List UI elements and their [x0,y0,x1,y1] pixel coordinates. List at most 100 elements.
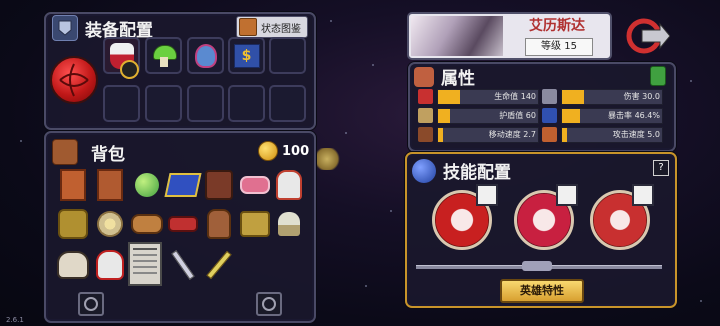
dumbbell-icon [168,216,198,232]
equip-slot-6[interactable] [103,85,140,122]
beast-skull-icon [57,251,89,279]
skills-header: 技能配置 [412,158,511,183]
gold-amount: 100 [282,143,310,159]
backpack-item-4[interactable] [164,168,202,202]
hero-portrait [411,16,503,56]
discard-button[interactable] [256,292,282,316]
backpack-item-17[interactable] [128,242,162,286]
stat-row: 暴击率 46.4% [542,108,664,124]
gold-chest-icon [240,211,270,237]
stat-bar-fill [438,90,460,104]
attributes-title: 属性 [441,69,475,89]
weapon-slot[interactable] [50,56,98,104]
stat-bar-fill [562,109,580,123]
stat-label: 暴击率 46.4% [608,111,660,120]
backpack-item-8[interactable] [56,207,90,241]
stat-label: 移动速度 2.7 [488,130,536,139]
hero-name: 艾历斯达 [529,18,585,34]
skill-orb-icon [412,158,436,183]
gold-coin-card-icon: $ [233,43,260,68]
equip-slot-10[interactable] [269,85,306,122]
attributes-header: 属性 [414,64,475,89]
backpack-item-18[interactable] [166,248,200,282]
skill-2-badge-icon [556,184,578,206]
backpack-item-16[interactable] [93,248,127,282]
stat-bar-fill [562,90,584,104]
swap-arrow-icon [626,18,671,54]
backpack-item-10[interactable] [130,207,164,241]
backpack-item-19[interactable] [202,248,236,282]
sort-button[interactable] [78,292,104,316]
skills-title: 技能配置 [443,163,511,183]
equip-slot-9[interactable] [228,85,265,122]
help-button[interactable]: ? [653,160,669,176]
ore-icon [542,127,557,142]
equip-slot-2[interactable] [145,37,182,74]
gold-counter: 100 [258,141,309,161]
character-icon [414,66,434,87]
backpack-item-3[interactable] [130,168,164,202]
version-label: 2.6.1 [6,316,24,324]
security-notice-icon [133,248,157,250]
treasure-box-icon [205,170,233,200]
potion-button[interactable] [650,66,666,86]
spiked-flower-icon [97,211,123,237]
heart-icon [418,89,433,104]
backpack-item-13[interactable] [238,207,272,241]
stat-bar-fill [438,109,450,123]
equip-slot-3[interactable] [187,37,224,74]
backpack-title: 背包 [91,144,125,165]
stat-bar: 暴击率 46.4% [561,108,663,124]
equip-slot-8[interactable] [187,85,224,122]
backpack-item-6[interactable] [238,168,272,202]
stat-row: 护盾值 60 [418,108,540,124]
backpack-item-12[interactable] [202,207,236,241]
stat-row: 生命值 140 [418,89,540,105]
backpack-item-14[interactable] [272,207,306,241]
status-codex-button[interactable]: 状态图鉴 [236,16,308,38]
white-ghost-icon [276,170,302,200]
green-orb-icon [135,173,159,197]
sword-icon [206,250,232,280]
backpack-item-1[interactable] [56,168,90,202]
red-ball-weapon-icon [59,63,89,97]
blue-flag-icon [164,173,202,197]
stat-row: 伤害 30.0 [542,89,664,105]
gear-icon [84,297,98,311]
goggles-icon [131,214,163,234]
stat-row: 移动速度 2.7 [418,127,540,143]
switch-hero-button[interactable] [626,16,671,56]
stat-bar: 伤害 30.0 [561,89,663,105]
backpack-item-9[interactable] [93,207,127,241]
stat-row: 攻击速度 5.0 [542,127,664,143]
equipped-badge-icon [120,60,139,79]
background-creature [313,148,341,170]
equip-slot-7[interactable] [145,85,182,122]
pink-bone-icon [240,176,270,194]
stat-bar-fill [562,128,567,142]
backpack-header: 背包 [52,139,125,165]
skill-1-badge-icon [476,184,498,206]
backpack-icon [52,139,78,165]
stat-bar: 移动速度 2.7 [437,127,539,143]
hero-card[interactable]: 艾历斯达 等级 15 [407,12,612,60]
equip-slot-5[interactable] [269,37,306,74]
backpack-item-11[interactable] [166,207,200,241]
status-codex-label: 状态图鉴 [261,23,301,35]
hero-trait-button[interactable]: 英雄特性 [500,279,584,303]
backpack-item-5[interactable] [202,168,236,202]
green-mushroom-icon [151,43,177,69]
stat-label: 攻击速度 5.0 [612,130,660,139]
dagger-icon [171,250,195,280]
armor-icon [52,15,78,41]
stat-bar: 攻击速度 5.0 [561,127,663,143]
backpack-item-7[interactable] [272,168,306,202]
shield-icon [418,108,433,123]
backpack-item-2[interactable] [93,168,127,202]
backpack-item-15[interactable] [56,248,90,282]
boot-icon [418,127,433,142]
equip-slot-4[interactable]: $ [228,37,265,74]
stat-bar: 护盾值 60 [437,108,539,124]
scroll-card-icon [60,169,86,201]
skull-card-icon [97,169,123,201]
